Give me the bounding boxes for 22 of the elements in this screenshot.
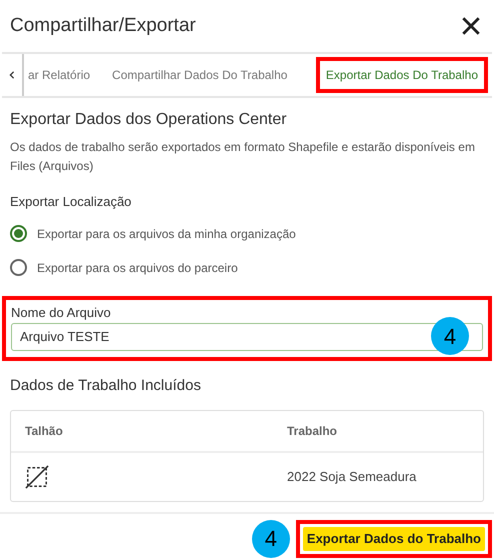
dialog-title: Compartilhar/Exportar: [10, 14, 196, 38]
section-heading: Dados de Trabalho Incluídos: [10, 376, 202, 396]
section-description: Os dados de trabalho serão exportados em formato Shapefile e estarão disponíveis em Files (Arquivos): [10, 139, 476, 175]
step-badge: 4: [252, 520, 290, 558]
tab[interactable]: Exportar Dados Do Trabalho: [316, 57, 488, 93]
table-cell-text: 2022 Soja Semeadura: [287, 468, 418, 486]
field-label: Nome do Arquivo: [11, 304, 112, 322]
radio-option[interactable]: Exportar para os arquivos da minha organização: [10, 222, 484, 246]
tab[interactable]: Compartilhar Dados Do Trabalho: [106, 54, 294, 96]
field-label: Exportar Localização: [10, 193, 132, 211]
tab[interactable]: ar Relatório: [24, 54, 96, 96]
field-boundary-icon: [25, 464, 49, 488]
column-header: Trabalho: [287, 422, 338, 440]
close-icon[interactable]: [460, 15, 482, 37]
step-badge: 4: [431, 317, 469, 355]
column-header: Talhão: [25, 422, 64, 440]
radio-button[interactable]: [10, 225, 27, 242]
field-value: Arquivo TESTE: [20, 328, 110, 346]
section-heading: Exportar Dados dos Operations Center: [10, 110, 288, 130]
export-button[interactable]: Exportar Dados do Trabalho: [302, 526, 485, 550]
radio-option[interactable]: Exportar para os arquivos do parceiro: [10, 256, 484, 280]
radio-button[interactable]: [10, 259, 27, 276]
